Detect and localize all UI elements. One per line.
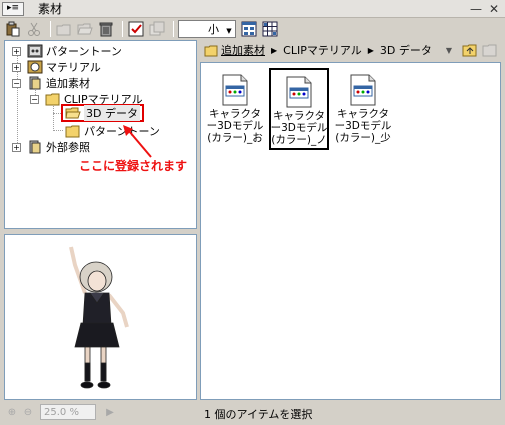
selection-highlight: 3D データ: [61, 104, 144, 122]
annotation-text: ここに登録されます: [79, 159, 188, 173]
character-3d-preview: [69, 246, 129, 389]
added-folder-icon: [29, 76, 41, 90]
chevron-down-icon[interactable]: ▼: [223, 21, 235, 37]
folder-icon: [65, 125, 80, 138]
breadcrumb: 追加素材 ▶ CLIPマテリアル ▶ 3D データ ▼: [200, 40, 501, 60]
toolbar: 小 ▼: [0, 18, 505, 40]
breadcrumb-item[interactable]: CLIPマテリアル: [283, 42, 362, 58]
material-item-label: キャラクター3Dモデル(カラー)_少女...: [334, 108, 392, 144]
list-view-icon[interactable]: [240, 20, 258, 38]
cut-icon[interactable]: [25, 20, 43, 38]
tree-item-label: 3D データ: [84, 105, 140, 121]
expand-icon[interactable]: +: [12, 62, 21, 72]
preview-panel: [4, 234, 197, 400]
toolbar-separator: [50, 21, 51, 37]
paste-icon[interactable]: [4, 20, 22, 38]
tree-item-3d-data[interactable]: 3D データ: [61, 104, 144, 122]
tree-item-label: パターントーン: [46, 45, 122, 58]
new-folder-icon[interactable]: [55, 20, 73, 38]
delete-icon[interactable]: [97, 20, 115, 38]
material-list[interactable]: キャラクター3Dモデル(カラー)_お姉... キャラクター3Dモデル(カラー)_…: [200, 62, 501, 400]
toolbar-separator: [173, 21, 174, 37]
tree-item-label: 外部参照: [46, 141, 90, 154]
tree-item-label: マテリアル: [46, 61, 101, 74]
zoom-field[interactable]: 25.0 %: [40, 404, 96, 420]
tree-connector: [53, 103, 54, 131]
minimize-icon[interactable]: —: [468, 1, 484, 17]
folder-tree[interactable]: + パターントーン + マテリアル − 追加素材 − CLIPマテリアル 3D …: [4, 40, 197, 229]
breadcrumb-separator-icon: ▶: [271, 45, 278, 55]
material-item[interactable]: キャラクター3Dモデル(カラー)_お姉...: [205, 68, 265, 150]
material-item[interactable]: キャラクター3Dモデル(カラー)_少女...: [333, 68, 393, 150]
external-folder-icon: [29, 140, 41, 154]
3d-model-file-icon: [350, 74, 376, 106]
folder-icon: [45, 93, 60, 106]
preview-controls: ⊕ ⊖ 25.0 % ▶: [4, 402, 197, 422]
tone-folder-icon: [27, 44, 43, 58]
tree-item-label: 追加素材: [46, 77, 90, 90]
open-folder-icon: [65, 107, 81, 119]
material-item-label: キャラクター3Dモデル(カラー)_ノー...: [270, 110, 328, 146]
folder-icon: [204, 45, 218, 56]
properties-icon[interactable]: [127, 20, 145, 38]
zoom-out-icon[interactable]: ⊖: [20, 404, 36, 420]
close-icon[interactable]: ✕: [486, 1, 502, 17]
material-item-label: キャラクター3Dモデル(カラー)_お姉...: [206, 108, 264, 144]
breadcrumb-item[interactable]: 追加素材: [221, 42, 265, 58]
tree-item-added-materials[interactable]: − 追加素材: [12, 75, 90, 91]
chevron-down-icon[interactable]: ▼: [446, 46, 452, 55]
tree-connector: [53, 130, 63, 131]
panel-menu-icon[interactable]: ▸≡: [2, 1, 24, 16]
thumbnail-size-select[interactable]: 小 ▼: [178, 20, 236, 38]
material-item-selected[interactable]: キャラクター3Dモデル(カラー)_ノー...: [269, 68, 329, 150]
duplicate-icon[interactable]: [148, 20, 166, 38]
collapse-icon[interactable]: −: [12, 78, 21, 88]
new-subfolder-icon[interactable]: [482, 43, 498, 57]
breadcrumb-separator-icon: ▶: [367, 45, 374, 55]
up-folder-icon[interactable]: [462, 43, 478, 57]
expand-icon[interactable]: +: [12, 46, 21, 56]
3d-model-file-icon: [222, 74, 248, 106]
material-folder-icon: [27, 60, 43, 74]
breadcrumb-item[interactable]: 3D データ: [380, 42, 432, 58]
panel-title: 素材: [38, 2, 63, 16]
zoom-arrow-icon[interactable]: ▶: [102, 404, 118, 420]
toolbar-separator: [122, 21, 123, 37]
3d-model-file-icon: [286, 76, 312, 108]
tree-item-pattern-tone[interactable]: + パターントーン: [12, 43, 122, 59]
open-folder-icon[interactable]: [76, 20, 94, 38]
tree-item-external-ref[interactable]: + 外部参照: [12, 139, 90, 155]
tree-item-material[interactable]: + マテリアル: [12, 59, 101, 75]
zoom-in-icon[interactable]: ⊕: [4, 404, 20, 420]
panel-titlebar: ▸≡ 素材 — ✕: [0, 0, 505, 18]
expand-icon[interactable]: +: [12, 142, 21, 152]
thumbnail-size-value: 小: [208, 23, 219, 36]
collapse-icon[interactable]: −: [30, 94, 39, 104]
thumbnail-view-icon[interactable]: [261, 20, 279, 38]
status-text: 1 個のアイテムを選択: [204, 408, 313, 421]
